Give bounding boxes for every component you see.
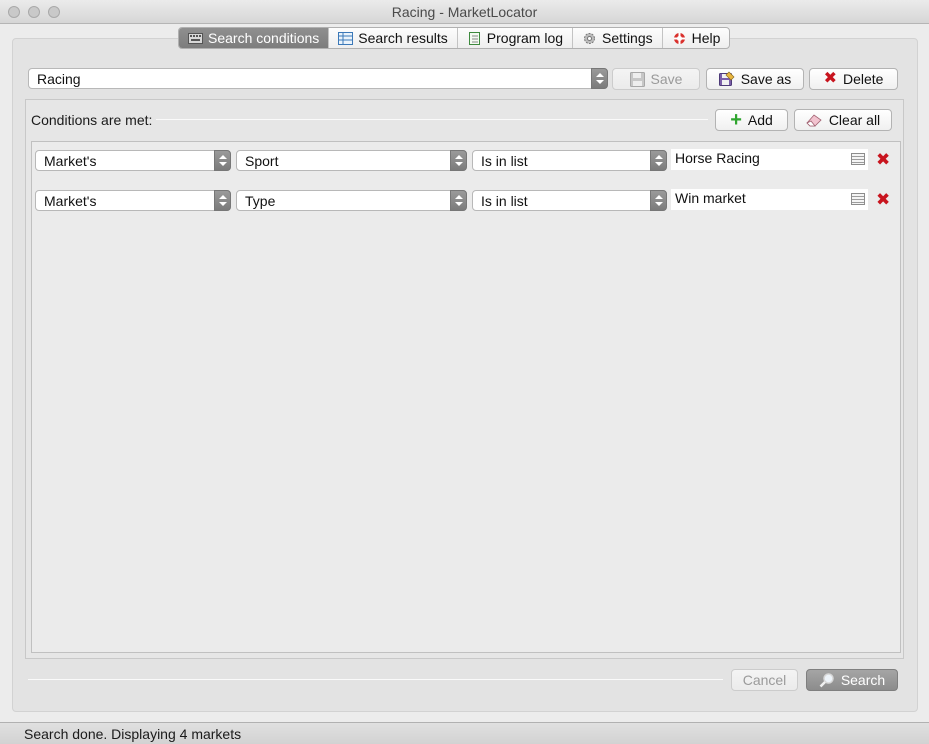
list-editor-icon[interactable] — [851, 153, 865, 165]
status-text: Search done. Displaying 4 markets — [24, 726, 242, 742]
search-button[interactable]: Search — [806, 669, 898, 691]
condition-value-field[interactable]: Win market — [671, 189, 868, 210]
clear-all-button-label: Clear all — [828, 112, 881, 128]
delete-button[interactable]: ✖ Delete — [809, 68, 898, 90]
magnifier-icon — [819, 673, 834, 688]
notebook-icon — [468, 31, 480, 45]
condition-value-field[interactable]: Horse Racing — [671, 149, 868, 170]
tab-label: Search results — [358, 30, 448, 46]
condition-field-select[interactable]: Type — [236, 190, 467, 211]
condition-subject-value: Market's — [44, 153, 97, 169]
condition-value-text: Horse Racing — [675, 150, 760, 166]
tab-label: Help — [691, 30, 721, 46]
tab-help[interactable]: Help — [663, 28, 730, 48]
remove-condition-icon[interactable]: ✖ — [876, 151, 890, 168]
list-editor-icon[interactable] — [851, 193, 865, 205]
chevron-updown-icon — [214, 190, 231, 211]
condition-operator-select[interactable]: Is in list — [472, 150, 667, 171]
save-button[interactable]: Save — [612, 68, 700, 90]
conditions-list — [31, 141, 901, 653]
condition-field-value: Sport — [245, 153, 279, 169]
chevron-updown-icon — [450, 150, 467, 171]
floppy-disk-icon — [629, 71, 645, 87]
condition-operator-value: Is in list — [481, 193, 528, 209]
footer-divider — [28, 679, 723, 680]
tab-bar: Search conditions Search results Program… — [178, 27, 731, 49]
condition-operator-value: Is in list — [481, 153, 528, 169]
save-as-icon — [718, 71, 735, 86]
plus-icon: + — [730, 109, 742, 131]
tab-search-results[interactable]: Search results — [329, 28, 458, 48]
condition-field-value: Type — [245, 193, 276, 209]
tab-program-log[interactable]: Program log — [458, 28, 574, 48]
conditions-header: Conditions are met: — [31, 112, 153, 128]
profile-select-value: Racing — [37, 71, 81, 87]
delete-button-label: Delete — [842, 71, 884, 87]
window-title: Racing - MarketLocator — [391, 4, 538, 20]
cancel-button-label: Cancel — [742, 672, 787, 688]
title-bar: Racing - MarketLocator — [0, 0, 929, 24]
condition-subject-value: Market's — [44, 193, 97, 209]
tab-settings[interactable]: Settings — [573, 28, 663, 48]
add-button-label: Add — [747, 112, 773, 128]
header-divider — [156, 119, 708, 120]
cancel-button[interactable]: Cancel — [731, 669, 798, 691]
keyboard-icon — [188, 32, 203, 44]
chevron-updown-icon — [650, 150, 667, 171]
red-x-icon: ✖ — [823, 70, 837, 87]
condition-operator-select[interactable]: Is in list — [472, 190, 667, 211]
condition-subject-select[interactable]: Market's — [35, 150, 231, 171]
chevron-updown-icon — [450, 190, 467, 211]
tab-label: Settings — [602, 30, 653, 46]
chevron-updown-icon — [214, 150, 231, 171]
chevron-updown-icon — [591, 68, 608, 89]
tab-label: Program log — [486, 30, 564, 46]
gear-icon — [584, 32, 596, 44]
condition-field-select[interactable]: Sport — [236, 150, 467, 171]
add-condition-button[interactable]: + Add — [715, 109, 788, 131]
search-button-label: Search — [840, 672, 886, 688]
save-as-button-label: Save as — [740, 71, 792, 87]
table-icon — [338, 31, 354, 45]
remove-condition-icon[interactable]: ✖ — [876, 191, 890, 208]
eraser-icon — [806, 114, 822, 127]
condition-value-text: Win market — [675, 190, 746, 206]
save-button-label: Save — [650, 71, 683, 87]
save-as-button[interactable]: Save as — [706, 68, 804, 90]
profile-select[interactable]: Racing — [28, 68, 608, 89]
condition-subject-select[interactable]: Market's — [35, 190, 231, 211]
lifebuoy-icon — [673, 32, 685, 44]
tab-label: Search conditions — [208, 30, 320, 46]
chevron-updown-icon — [650, 190, 667, 211]
tab-search-conditions[interactable]: Search conditions — [179, 28, 330, 48]
clear-all-button[interactable]: Clear all — [794, 109, 892, 131]
status-bar: Search done. Displaying 4 markets — [0, 722, 929, 744]
